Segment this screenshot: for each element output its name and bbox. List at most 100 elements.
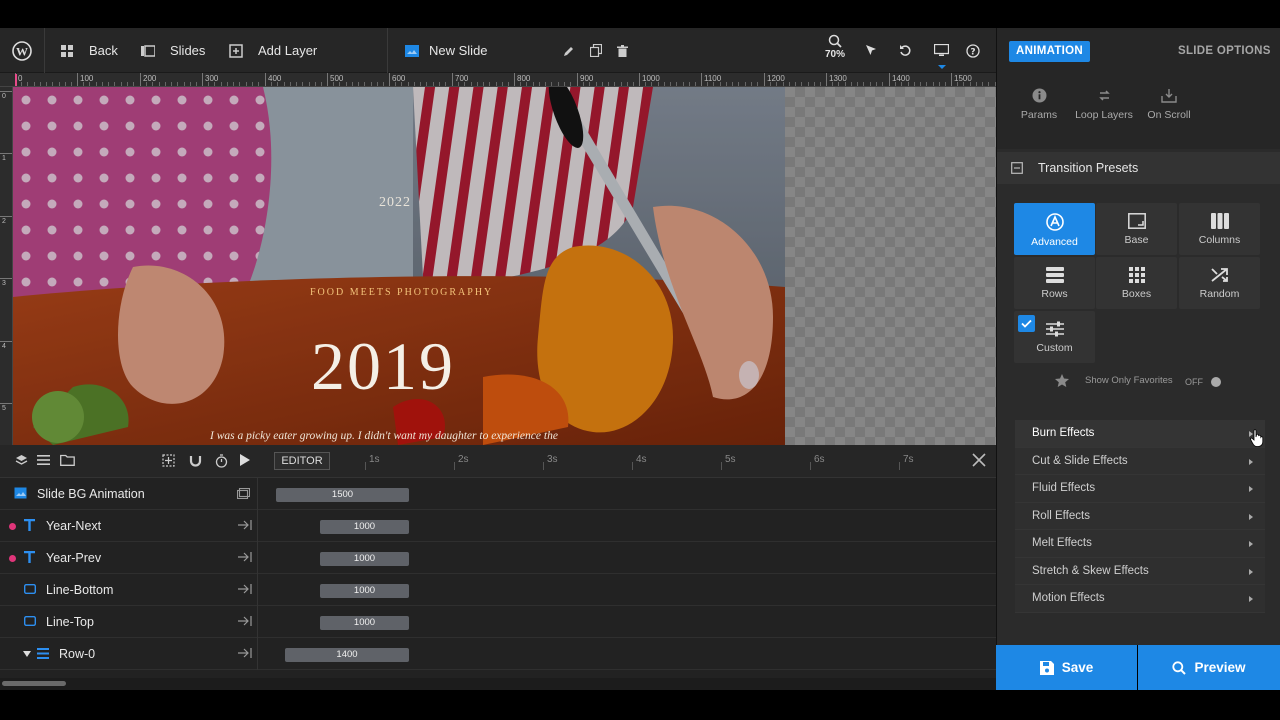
layer-label[interactable]: Line-Top [0,606,258,638]
save-button[interactable]: Save [996,645,1137,690]
layer-label[interactable]: Line-Bottom [0,574,258,606]
preset-boxes[interactable]: Boxes [1096,257,1177,309]
effect-motion[interactable]: Motion Effects [1015,585,1265,613]
ruler-label: 1 [2,155,6,162]
ruler-minor-tick [570,82,571,86]
effect-burn[interactable]: Burn Effects [1015,420,1265,448]
favorites-label: Show Only Favorites [1085,375,1173,386]
close-timeline-icon[interactable] [972,453,986,467]
collapse-arrow-icon[interactable] [23,651,31,657]
ruler-minor-tick [258,82,259,86]
subnav-params[interactable]: Params [1019,88,1059,121]
ruler-label: 2 [2,218,6,225]
help-button[interactable]: ? [966,28,980,73]
ruler-minor-tick [433,82,434,86]
time-tick [632,462,633,470]
quote-text[interactable]: I was a picky eater growing up. I didn't… [210,430,558,442]
end-arrow-icon[interactable] [238,616,252,626]
preset-base[interactable]: Base [1096,203,1177,255]
select-area-icon[interactable] [162,454,175,467]
timeline-row[interactable]: Row-0 1400 [0,638,996,670]
scrollbar-thumb[interactable] [2,681,66,686]
year-next-text[interactable]: 2022 [379,195,411,211]
slide-selector[interactable]: New Slide [405,28,488,73]
end-arrow-icon[interactable] [238,584,252,594]
ruler-minor-tick [976,82,977,86]
timeline-scrollbar[interactable] [0,678,996,690]
preset-rows[interactable]: Rows [1014,257,1095,309]
ruler-minor-tick [751,82,752,86]
timeline-bar[interactable]: 1000 [320,552,409,566]
pencil-icon [564,46,573,56]
delete-slide-button[interactable] [617,28,628,73]
transition-presets-header[interactable]: Transition Presets [997,152,1280,184]
preset-custom[interactable]: Custom [1014,311,1095,363]
ruler-minor-tick [895,82,896,86]
preset-columns[interactable]: Columns [1179,203,1260,255]
subnav-loop-layers[interactable]: Loop Layers [1074,88,1134,121]
timeline-row[interactable]: Line-Bottom 1000 [0,574,996,606]
slide-stage[interactable]: 2022 FOOD MEETS PHOTOGRAPHY 2019 I was a… [13,87,785,445]
ruler-label: 800 [517,74,531,83]
ruler-minor-tick [820,82,821,86]
timeline-bar[interactable]: 1400 [285,648,409,662]
tab-animation[interactable]: ANIMATION [1009,41,1091,62]
effect-roll[interactable]: Roll Effects [1015,502,1265,530]
ruler-minor-tick [870,82,871,86]
effect-cut-slide[interactable]: Cut & Slide Effects [1015,447,1265,475]
ruler-minor-tick [108,82,109,86]
undo-button[interactable] [899,28,912,73]
timeline-row[interactable]: Line-Top 1000 [0,606,996,638]
end-arrow-icon[interactable] [238,648,252,658]
select-tool-button[interactable] [865,28,877,73]
editor-mode-button[interactable]: EDITOR [274,452,330,470]
subnav-on-scroll[interactable]: On Scroll [1145,88,1193,121]
timeline-bar[interactable]: 1000 [320,616,409,630]
add-layer-button[interactable]: Add Layer [229,28,317,73]
end-arrow-icon[interactable] [238,520,252,530]
tab-slide-options[interactable]: SLIDE OPTIONS [1178,45,1271,57]
timeline-bar[interactable]: 1000 [320,520,409,534]
media-icon[interactable] [237,488,250,499]
timer-icon[interactable] [215,454,228,468]
ruler-minor-tick [401,82,402,86]
layers-icon[interactable] [15,454,28,467]
preview-button[interactable]: Preview [1138,645,1280,690]
end-arrow-icon[interactable] [238,552,252,562]
kicker-text[interactable]: FOOD MEETS PHOTOGRAPHY [310,287,493,298]
layer-label[interactable]: Year-Next [0,510,258,542]
timeline-row[interactable]: Slide BG Animation 1500 [0,478,996,510]
rename-slide-button[interactable] [563,28,575,73]
effect-label: Stretch & Skew Effects [1032,564,1149,577]
wordpress-logo-button[interactable]: W [12,28,32,73]
layer-label[interactable]: Slide BG Animation [0,478,258,510]
slides-button[interactable]: Slides [141,28,205,73]
play-icon[interactable] [240,454,250,466]
preset-random[interactable]: Random [1179,257,1260,309]
svg-text:W: W [16,44,28,58]
year-prev-text[interactable]: 2019 [311,327,455,406]
list-icon[interactable] [37,454,50,466]
timeline-bar[interactable]: 1500 [276,488,409,502]
preset-label: Rows [1041,288,1068,300]
timeline-row[interactable]: Year-Prev 1000 [0,542,996,574]
duplicate-slide-button[interactable] [590,28,602,73]
custom-checkbox[interactable] [1018,315,1035,332]
effect-stretch-skew[interactable]: Stretch & Skew Effects [1015,557,1265,585]
favorites-filter[interactable]: Show Only Favorites [1055,374,1173,387]
layer-label[interactable]: Year-Prev [0,542,258,574]
folder-icon[interactable] [60,454,75,466]
timeline-row[interactable]: Year-Next 1000 [0,510,996,542]
slide-canvas[interactable]: 2022 FOOD MEETS PHOTOGRAPHY 2019 I was a… [13,87,996,445]
preset-advanced[interactable]: Advanced [1014,203,1095,255]
magnet-icon[interactable] [189,454,202,467]
chevron-right-icon [1249,568,1253,575]
timeline-bar[interactable]: 1000 [320,584,409,598]
effect-fluid[interactable]: Fluid Effects [1015,475,1265,503]
back-button[interactable]: Back [61,28,118,73]
zoom-control[interactable]: 70% [823,34,847,60]
layer-label[interactable]: Row-0 [0,638,258,670]
favorites-toggle[interactable]: OFF [1185,375,1223,389]
hand-cursor-icon [1250,429,1264,447]
effect-melt[interactable]: Melt Effects [1015,530,1265,558]
